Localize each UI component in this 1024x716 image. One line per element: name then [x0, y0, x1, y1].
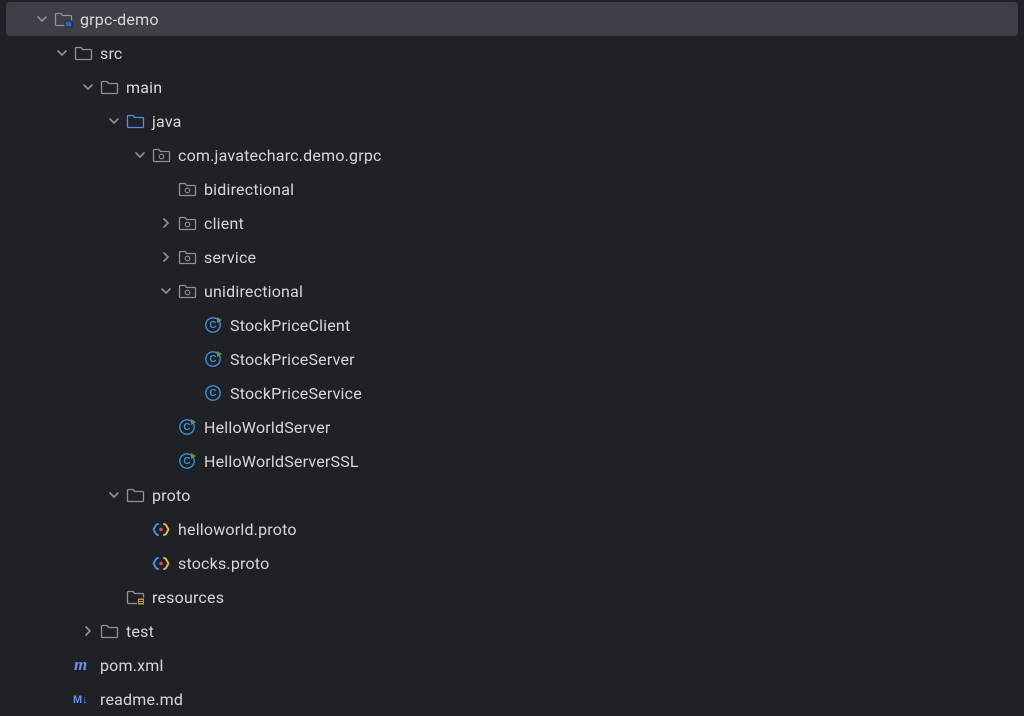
tree-label: stocks.proto	[178, 554, 269, 573]
source-folder-icon	[124, 110, 146, 132]
tree-label: HelloWorldServer	[204, 418, 331, 437]
tree-label: grpc-demo	[80, 10, 159, 29]
tree-label: StockPriceServer	[230, 350, 355, 369]
markdown-file-icon	[72, 688, 94, 710]
tree-label: com.javatecharc.demo.grpc	[178, 146, 382, 165]
tree-label: main	[126, 78, 162, 97]
tree-label: pom.xml	[100, 656, 164, 675]
tree-item-main[interactable]: main	[0, 70, 1024, 104]
runnable-class-icon	[176, 450, 198, 472]
tree-item-resources[interactable]: resources	[0, 580, 1024, 614]
runnable-class-icon	[176, 416, 198, 438]
tree-item-helloworldserver[interactable]: HelloWorldServer	[0, 410, 1024, 444]
tree-label: StockPriceService	[230, 384, 362, 403]
tree-label: bidirectional	[204, 180, 294, 199]
tree-label: StockPriceClient	[230, 316, 350, 335]
tree-label: resources	[152, 588, 224, 607]
folder-icon	[124, 484, 146, 506]
package-icon	[176, 178, 198, 200]
chevron-right-icon	[78, 625, 98, 637]
package-icon	[176, 246, 198, 268]
folder-icon	[98, 76, 120, 98]
tree-item-test[interactable]: test	[0, 614, 1024, 648]
project-tree[interactable]: grpc-demo src main java com.javatecharc.…	[0, 0, 1024, 716]
tree-label: HelloWorldServerSSL	[204, 452, 359, 471]
tree-item-proto[interactable]: proto	[0, 478, 1024, 512]
tree-label: service	[204, 248, 256, 267]
resources-folder-icon	[124, 586, 146, 608]
tree-item-client[interactable]: client	[0, 206, 1024, 240]
tree-item-pom[interactable]: pom.xml	[0, 648, 1024, 682]
tree-item-service[interactable]: service	[0, 240, 1024, 274]
runnable-class-icon	[202, 348, 224, 370]
tree-label: proto	[152, 486, 191, 505]
tree-item-bidirectional[interactable]: bidirectional	[0, 172, 1024, 206]
runnable-class-icon	[202, 314, 224, 336]
tree-item-unidirectional[interactable]: unidirectional	[0, 274, 1024, 308]
tree-item-java[interactable]: java	[0, 104, 1024, 138]
module-folder-icon	[52, 8, 74, 30]
tree-item-helloworldserverssl[interactable]: HelloWorldServerSSL	[0, 444, 1024, 478]
folder-icon	[98, 620, 120, 642]
package-icon	[176, 280, 198, 302]
chevron-down-icon	[104, 115, 124, 127]
tree-label: test	[126, 622, 154, 641]
chevron-down-icon	[32, 13, 52, 25]
tree-label: client	[204, 214, 244, 233]
maven-file-icon	[72, 654, 94, 676]
chevron-down-icon	[156, 285, 176, 297]
tree-item-stockpriceclient[interactable]: StockPriceClient	[0, 308, 1024, 342]
tree-label: helloworld.proto	[178, 520, 297, 539]
chevron-right-icon	[156, 251, 176, 263]
tree-label: java	[152, 112, 182, 131]
tree-label: src	[100, 44, 123, 63]
package-icon	[176, 212, 198, 234]
tree-item-stocks-proto[interactable]: stocks.proto	[0, 546, 1024, 580]
class-icon	[202, 382, 224, 404]
chevron-down-icon	[52, 47, 72, 59]
chevron-right-icon	[156, 217, 176, 229]
tree-label: readme.md	[100, 690, 183, 709]
proto-file-icon	[150, 518, 172, 540]
chevron-down-icon	[78, 81, 98, 93]
tree-item-project-root[interactable]: grpc-demo	[6, 2, 1018, 36]
tree-label: unidirectional	[204, 282, 303, 301]
chevron-down-icon	[104, 489, 124, 501]
tree-item-stockpriceservice[interactable]: StockPriceService	[0, 376, 1024, 410]
tree-item-package[interactable]: com.javatecharc.demo.grpc	[0, 138, 1024, 172]
proto-file-icon	[150, 552, 172, 574]
tree-item-readme[interactable]: readme.md	[0, 682, 1024, 716]
tree-item-src[interactable]: src	[0, 36, 1024, 70]
chevron-down-icon	[130, 149, 150, 161]
tree-item-stockpriceserver[interactable]: StockPriceServer	[0, 342, 1024, 376]
tree-item-helloworld-proto[interactable]: helloworld.proto	[0, 512, 1024, 546]
package-icon	[150, 144, 172, 166]
folder-icon	[72, 42, 94, 64]
